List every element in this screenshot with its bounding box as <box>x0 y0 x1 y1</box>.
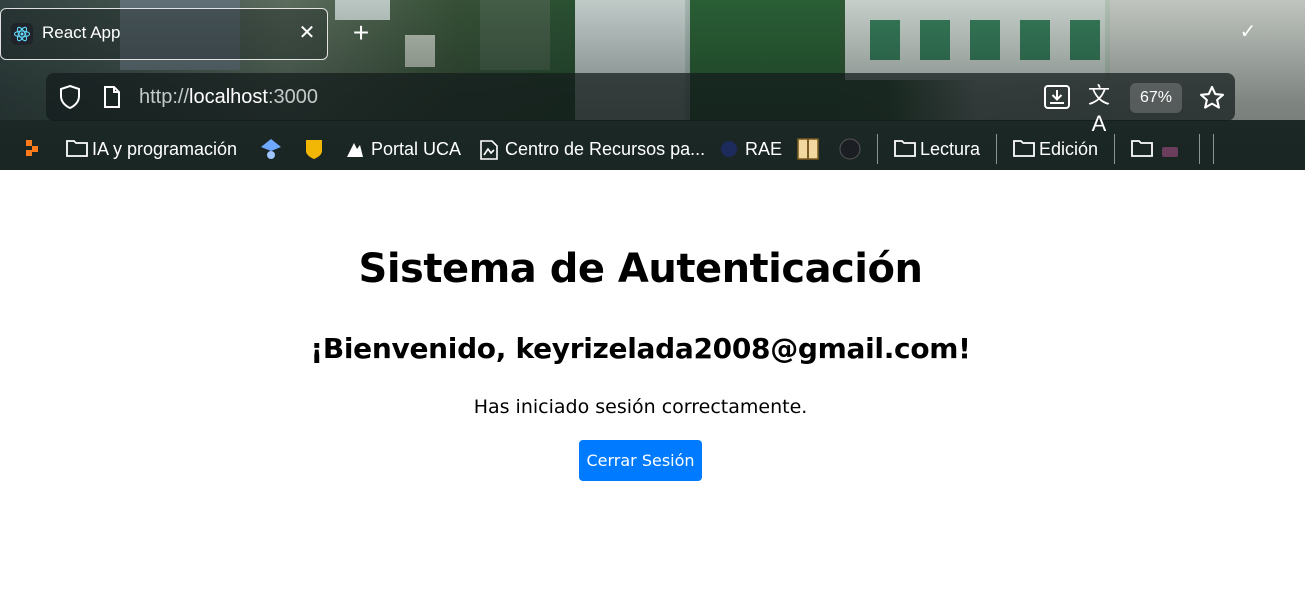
folder-icon <box>1131 139 1153 159</box>
bookmark-favicon-icon[interactable] <box>303 137 325 161</box>
login-status-text: Has iniciado sesión correctamente. <box>473 396 808 418</box>
bookmark-label: Portal UCA <box>371 138 462 159</box>
bookmark-separator <box>996 134 997 164</box>
bookmark-label: Centro de Recursos pa... <box>505 138 706 159</box>
bookmark-rae[interactable]: RAE <box>719 136 782 162</box>
bookmark-separator <box>877 134 878 164</box>
site-icon <box>345 139 365 159</box>
bookmark-lectura[interactable]: Lectura <box>894 136 980 162</box>
url-host: localhost <box>189 86 268 108</box>
site-icon <box>719 139 739 159</box>
bookmark-folder[interactable] <box>1131 136 1179 162</box>
bookmark-label: IA y programación <box>92 138 238 159</box>
close-tab-icon[interactable]: ✕ <box>296 21 318 45</box>
bookmark-separator <box>1114 134 1115 164</box>
page-icon <box>102 86 122 108</box>
folder-icon <box>66 139 88 159</box>
window-control-icon[interactable]: ✓ <box>1228 18 1268 46</box>
bookmark-edicion[interactable]: Edición <box>1013 136 1098 162</box>
browser-chrome: React App ✕ + ✓ http://localhost:3000 文A… <box>0 0 1305 170</box>
bookmark-favicon-icon <box>1161 142 1179 157</box>
react-logo-icon <box>11 23 33 45</box>
bookmark-portal-uca[interactable]: Portal UCA <box>345 136 461 162</box>
zoom-level-badge[interactable]: 67% <box>1130 83 1182 113</box>
bookmark-separator <box>1213 134 1214 164</box>
url-scheme: http:// <box>139 86 190 108</box>
bookmark-label: Lectura <box>920 138 981 159</box>
folder-icon <box>1013 139 1035 159</box>
welcome-message: ¡Bienvenido, keyrizelada2008@gmail.com! <box>310 332 971 365</box>
bookmark-label: RAE <box>745 138 783 159</box>
bookmark-ia-programacion[interactable]: IA y programación <box>66 136 237 162</box>
page-content: Sistema de Autenticación ¡Bienvenido, ke… <box>0 170 1305 608</box>
url-text[interactable]: http://localhost:3000 <box>139 86 318 109</box>
translate-icon[interactable]: 文A <box>1085 82 1113 136</box>
url-port: :3000 <box>267 86 319 108</box>
folder-icon <box>894 139 916 159</box>
bookmark-separator <box>1199 134 1200 164</box>
github-icon[interactable] <box>838 137 862 161</box>
bookmark-centro-recursos[interactable]: Centro de Recursos pa... <box>479 136 705 162</box>
bookmark-label: Edición <box>1039 138 1099 159</box>
book-icon[interactable] <box>796 137 820 161</box>
download-icon[interactable] <box>1043 84 1071 110</box>
logout-button[interactable]: Cerrar Sesión <box>579 440 702 481</box>
site-icon <box>479 139 499 160</box>
page-title: Sistema de Autenticación <box>358 246 923 292</box>
bookmark-star-icon[interactable] <box>1198 84 1226 112</box>
bookmark-favicon-icon[interactable] <box>259 137 283 161</box>
tab-title: React App <box>42 23 121 42</box>
tab-react-app[interactable]: React App ✕ <box>0 8 328 60</box>
bookmark-favicon-icon[interactable] <box>26 140 42 156</box>
shield-icon[interactable] <box>58 84 82 110</box>
new-tab-button[interactable]: + <box>348 19 374 47</box>
